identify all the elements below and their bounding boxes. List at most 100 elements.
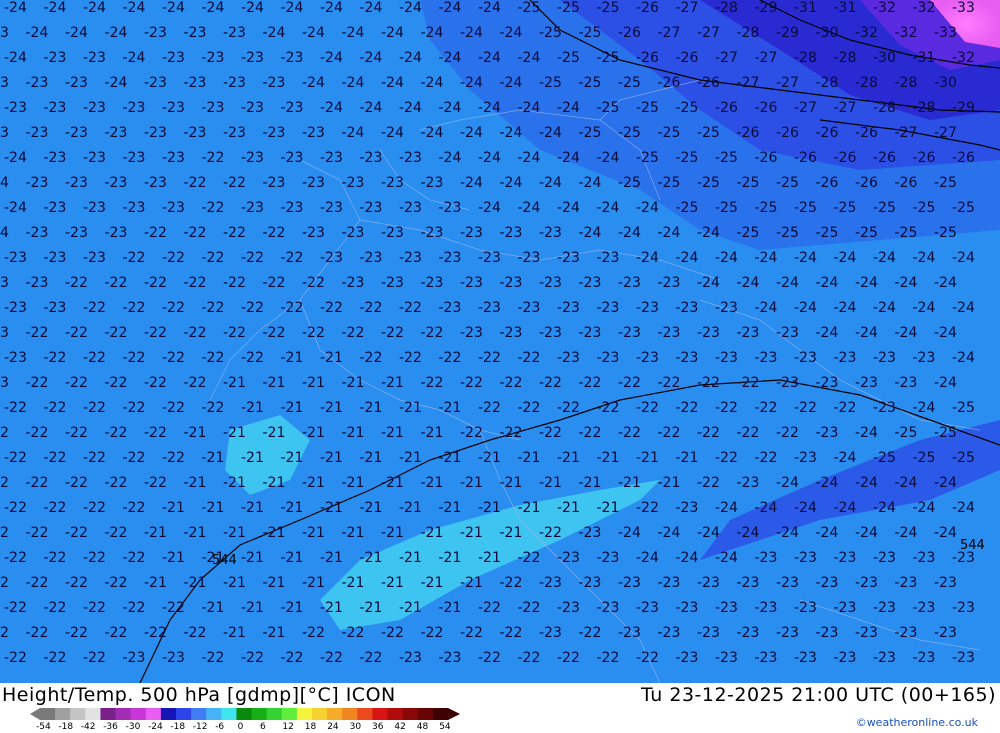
- temperature-value: -23: [934, 625, 957, 641]
- temperature-value: -23: [123, 650, 146, 666]
- temperature-value: -27: [715, 50, 738, 66]
- temperature-value: -24: [320, 100, 343, 116]
- temperature-value: -22: [123, 450, 146, 466]
- temperature-value: -21: [302, 425, 325, 441]
- temperature-value: -22: [320, 300, 343, 316]
- temperature-value: -21: [399, 600, 422, 616]
- temperature-value: -23: [539, 325, 562, 341]
- temperature-value: -22: [460, 625, 483, 641]
- temperature-value: -28: [895, 75, 918, 91]
- temperature-value: -23: [123, 200, 146, 216]
- temperature-value: -23: [697, 625, 720, 641]
- temperature-value: -21: [381, 525, 404, 541]
- temperature-value: -22: [123, 550, 146, 566]
- scale-cell: [281, 708, 298, 720]
- temperature-value: -21: [263, 475, 286, 491]
- scale-tick-label: 48: [416, 722, 429, 732]
- temperature-value: -22: [539, 525, 562, 541]
- temperature-value: -23: [65, 225, 88, 241]
- temperature-value: -21: [184, 475, 207, 491]
- temperature-value: -22: [26, 375, 49, 391]
- temperature-value: -24: [855, 325, 878, 341]
- temperature-value: -22: [597, 400, 620, 416]
- scale-cell: [206, 708, 222, 720]
- temperature-value: -22: [202, 400, 225, 416]
- temperature-value: -22: [123, 350, 146, 366]
- temperature-value: -22: [755, 400, 778, 416]
- scale-cell: [266, 708, 283, 720]
- scale-tick-label: 0: [237, 722, 244, 732]
- scale-cell: [312, 708, 328, 720]
- temperature-value: -21: [518, 500, 541, 516]
- temperature-value: -24: [518, 150, 541, 166]
- credit-link[interactable]: ©weatheronline.co.uk: [856, 716, 978, 729]
- temperature-value: -23: [26, 125, 49, 141]
- temperature-value: -24: [895, 525, 918, 541]
- temperature-value: -22: [65, 375, 88, 391]
- temperature-value: -23: [676, 300, 699, 316]
- scale-tick-label: -42: [80, 722, 96, 732]
- temperature-value: -24: [618, 525, 641, 541]
- temperature-value: -23: [618, 325, 641, 341]
- temperature-value: -22: [794, 400, 817, 416]
- temperature-value: -21: [478, 450, 501, 466]
- temperature-value: -22: [421, 625, 444, 641]
- temperature-value: -24: [302, 75, 325, 91]
- temperature-value: -25: [952, 200, 975, 216]
- temperature-value: -22: [518, 650, 541, 666]
- temperature-value: -23: [381, 175, 404, 191]
- temperature-value: -24: [873, 500, 896, 516]
- temperature-value: -23: [144, 25, 167, 41]
- temperature-value: -25: [873, 450, 896, 466]
- temperature-value: -23: [399, 650, 422, 666]
- temperature-value: -22: [65, 525, 88, 541]
- temperature-value: -22: [44, 550, 67, 566]
- temperature-value: -32: [895, 25, 918, 41]
- temperature-value: -23: [500, 225, 523, 241]
- temperature-value: -22: [26, 575, 49, 591]
- temperature-value: -22: [834, 400, 857, 416]
- temperature-value: -23: [0, 275, 9, 291]
- temperature-value: -23: [0, 125, 9, 141]
- temperature-value: -22: [83, 350, 106, 366]
- scale-cell: [176, 708, 192, 720]
- temperature-value: -22: [281, 650, 304, 666]
- temperature-value: -22: [478, 600, 501, 616]
- temperature-value: -26: [816, 175, 839, 191]
- temperature-value: -21: [500, 475, 523, 491]
- temperature-value: -23: [320, 250, 343, 266]
- temperature-value: -33: [934, 25, 957, 41]
- temperature-value: -23: [597, 550, 620, 566]
- temperature-value: -25: [636, 150, 659, 166]
- temperature-value: -24: [952, 350, 975, 366]
- temperature-value: -25: [539, 75, 562, 91]
- temperature-value: -25: [676, 150, 699, 166]
- temperature-value: -28: [715, 0, 738, 16]
- temperature-value: -22: [539, 425, 562, 441]
- temperature-value: -24: [460, 175, 483, 191]
- temperature-value: -22: [26, 625, 49, 641]
- temperature-value: -22: [162, 450, 185, 466]
- temperature-value: -25: [794, 200, 817, 216]
- temperature-value: -27: [697, 25, 720, 41]
- temperature-value: -24: [123, 50, 146, 66]
- temperature-value: -26: [895, 175, 918, 191]
- scale-tick-label: -30: [125, 722, 141, 732]
- temperature-value: -22: [105, 525, 128, 541]
- temperature-value: -24: [105, 25, 128, 41]
- temperature-value: -23: [776, 325, 799, 341]
- temperature-value: -25: [755, 200, 778, 216]
- temperature-value: -22: [460, 375, 483, 391]
- temperature-value: -23: [105, 125, 128, 141]
- temperature-value: -23: [776, 625, 799, 641]
- temperature-value: -24: [658, 525, 681, 541]
- temperature-value: -21: [557, 450, 580, 466]
- temperature-value: -23: [697, 575, 720, 591]
- temperature-value: -21: [263, 375, 286, 391]
- temperature-value: -22: [381, 625, 404, 641]
- color-scale-cells: [30, 708, 460, 720]
- temperature-value: -23: [776, 375, 799, 391]
- temperature-value: -22: [65, 575, 88, 591]
- temperature-value: -21: [381, 475, 404, 491]
- temperature-value: -23: [223, 125, 246, 141]
